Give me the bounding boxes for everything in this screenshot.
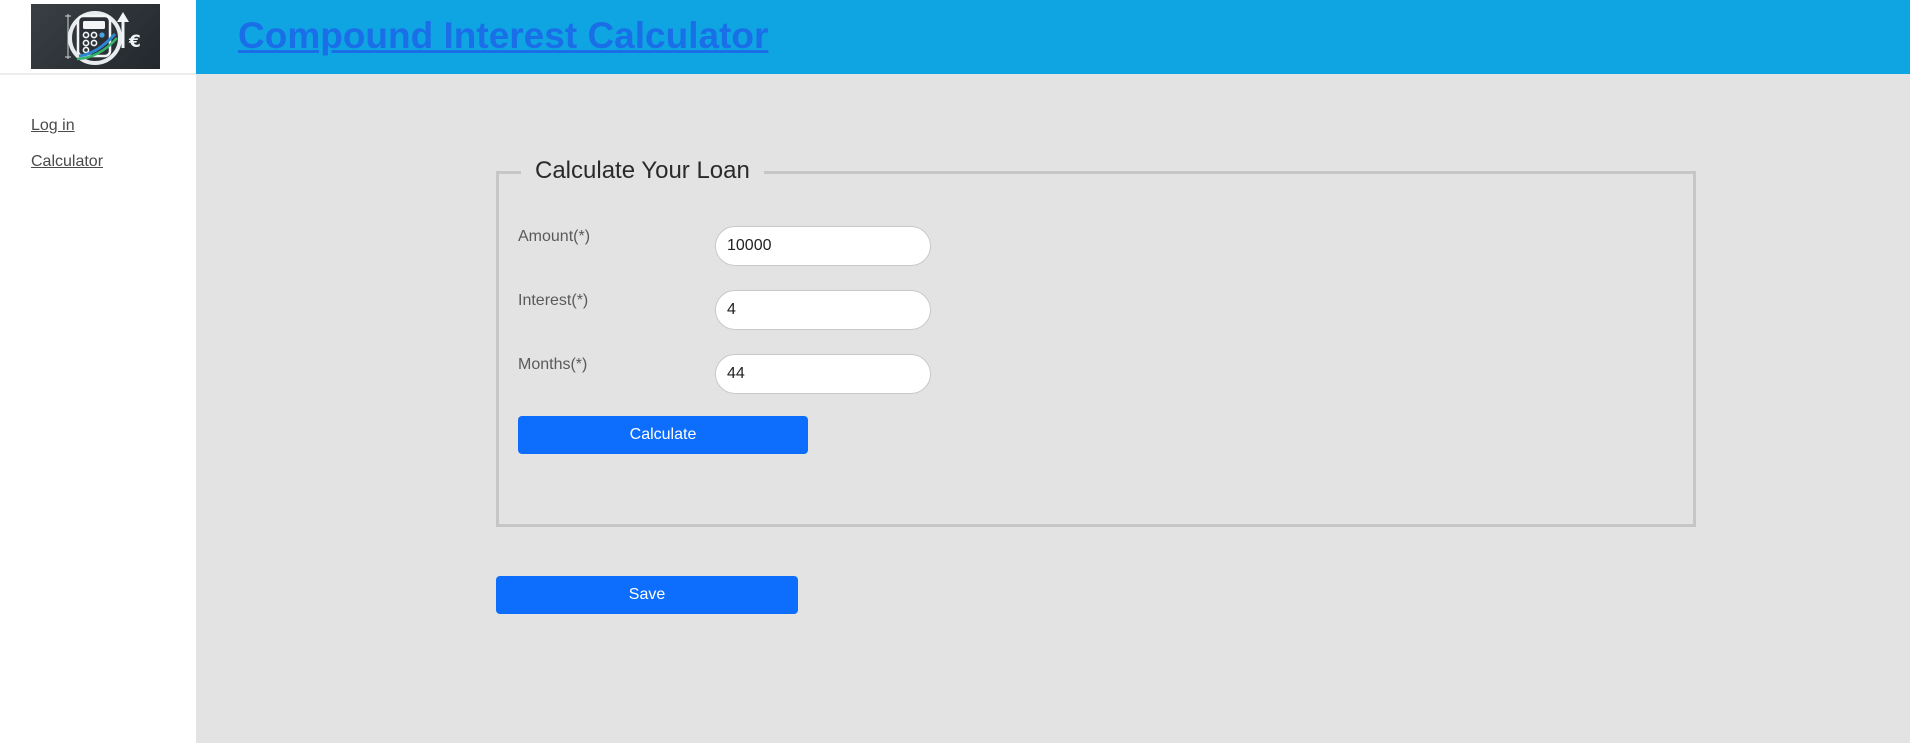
login-link[interactable]: Log in [31,116,103,135]
interest-label: Interest(*) [518,292,589,309]
months-label: Months(*) [518,356,588,373]
calculator-link[interactable]: Calculator [31,152,103,171]
app-logo[interactable]: € [31,4,160,69]
amount-input[interactable] [715,226,931,266]
save-button[interactable]: Save [496,576,798,614]
main-content: Calculate Your Loan Amount(*) Interest(*… [196,74,1910,743]
header-bar: Compound Interest Calculator [196,0,1910,74]
sidebar: € Log in Calculator [0,0,197,743]
amount-label: Amount(*) [518,228,591,245]
loan-form-fieldset: Calculate Your Loan Amount(*) Interest(*… [496,155,1696,527]
interest-input[interactable] [715,290,931,330]
form-legend: Calculate Your Loan [521,155,764,187]
euro-symbol: € [128,32,141,52]
page-title-link[interactable]: Compound Interest Calculator [238,15,768,57]
sidebar-divider [0,73,196,75]
months-input[interactable] [715,354,931,394]
calculate-button[interactable]: Calculate [518,416,808,454]
calculator-logo-icon: € [65,11,141,65]
sidebar-nav: Log in Calculator [31,116,103,188]
